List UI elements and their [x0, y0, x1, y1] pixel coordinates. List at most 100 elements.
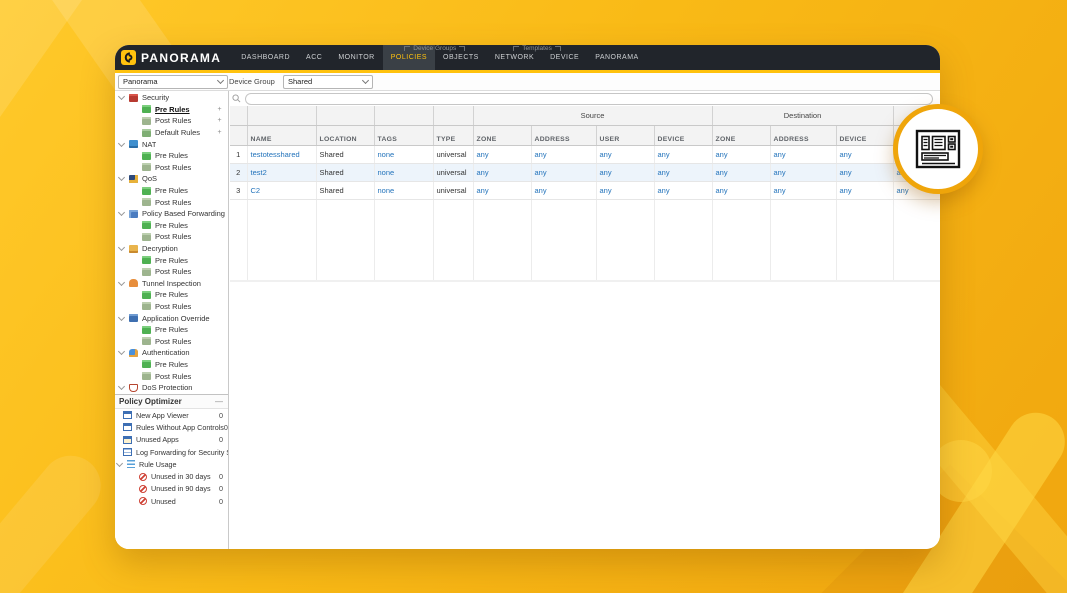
- pre-rules-icon: [142, 290, 151, 299]
- tree-item-tunnel-pre-rules[interactable]: Pre Rules: [115, 289, 228, 301]
- empty-grid-area: [230, 199, 940, 282]
- log-forwarding-icon: [123, 448, 132, 457]
- bracket-icon: [554, 46, 561, 51]
- policy-optimizer-header: Policy Optimizer —: [115, 395, 228, 409]
- table-row[interactable]: 1 testotesshared Shared none universal a…: [230, 145, 940, 164]
- dos-protection-icon: [129, 383, 138, 392]
- tree-item-decryption-post-rules[interactable]: Post Rules: [115, 266, 228, 278]
- tree-item-security-post-rules[interactable]: Post Rules +: [115, 115, 228, 127]
- tree-item-decryption[interactable]: Decryption: [115, 243, 228, 255]
- post-rules-icon: [142, 302, 151, 311]
- rule-name-link[interactable]: test2: [247, 163, 317, 182]
- tunnel-inspection-icon: [129, 279, 138, 288]
- column-header-location[interactable]: LOCATION: [316, 125, 375, 146]
- tree-item-decryption-pre-rules[interactable]: Pre Rules: [115, 254, 228, 266]
- tree-item-appovr-post-rules[interactable]: Post Rules: [115, 335, 228, 347]
- pre-rules-icon: [142, 186, 151, 195]
- tree-item-security-default-rules[interactable]: Default Rules +: [115, 127, 228, 139]
- unused-apps-icon: [123, 435, 132, 444]
- optimizer-item-unused[interactable]: Unused 0: [115, 495, 228, 507]
- pre-rules-icon: [142, 221, 151, 230]
- app-controls-icon: [123, 423, 132, 432]
- tree-item-appovr-pre-rules[interactable]: Pre Rules: [115, 324, 228, 336]
- tree-item-pbf-post-rules[interactable]: Post Rules: [115, 231, 228, 243]
- panorama-app-window: PANORAMA DASHBOARD ACC MONITOR Device Gr…: [115, 45, 940, 549]
- collapse-icon[interactable]: —: [215, 397, 223, 406]
- pre-rules-icon: [142, 360, 151, 369]
- qos-icon: [129, 174, 138, 183]
- tree-item-authentication[interactable]: Authentication: [115, 347, 228, 359]
- tree-item-policy-based-forwarding[interactable]: Policy Based Forwarding: [115, 208, 228, 220]
- tree-item-qos-post-rules[interactable]: Post Rules: [115, 196, 228, 208]
- tree-item-tunnel-inspection[interactable]: Tunnel Inspection: [115, 278, 228, 290]
- tab-acc[interactable]: ACC: [298, 45, 330, 70]
- tab-dashboard[interactable]: DASHBOARD: [233, 45, 298, 70]
- feature-badge: [893, 104, 983, 194]
- tree-item-pbf-pre-rules[interactable]: Pre Rules: [115, 220, 228, 232]
- column-header-tags[interactable]: TAGS: [374, 125, 434, 146]
- tab-monitor[interactable]: MONITOR: [330, 45, 382, 70]
- device-group-select[interactable]: Shared: [283, 74, 373, 89]
- tree-item-dos-protection[interactable]: DoS Protection: [115, 382, 228, 394]
- column-header-name[interactable]: NAME: [247, 125, 317, 146]
- table-row[interactable]: 2 test2 Shared none universal any any an…: [230, 163, 940, 182]
- count-badge: 0: [219, 435, 223, 445]
- column-header-dest-address[interactable]: ADDRESS: [770, 125, 837, 146]
- logo-text: PANORAMA: [141, 50, 222, 65]
- rule-usage-icon: [127, 460, 135, 469]
- tree-item-auth-post-rules[interactable]: Post Rules: [115, 370, 228, 382]
- context-select[interactable]: Panorama: [118, 74, 228, 89]
- palo-alto-logo-icon: [121, 50, 136, 65]
- tree-item-tunnel-post-rules[interactable]: Post Rules: [115, 301, 228, 313]
- add-icon[interactable]: +: [216, 117, 223, 124]
- rule-name-link[interactable]: testotesshared: [247, 145, 317, 164]
- templates-nav-group: Templates NETWORK DEVICE: [487, 45, 587, 70]
- table-row[interactable]: 3 C2 Shared none universal any any any a…: [230, 181, 940, 200]
- security-icon: [129, 93, 138, 102]
- group-header-row: Source Destination: [230, 106, 940, 126]
- column-header-source-device[interactable]: DEVICE: [654, 125, 713, 146]
- optimizer-item-new-app-viewer[interactable]: New App Viewer 0: [115, 409, 228, 421]
- tree-item-nat[interactable]: NAT: [115, 138, 228, 150]
- tree-item-security-pre-rules[interactable]: Pre Rules +: [115, 104, 228, 116]
- add-icon[interactable]: +: [216, 129, 223, 136]
- optimizer-item-rules-without-app-controls[interactable]: Rules Without App Controls 0: [115, 421, 228, 433]
- pre-rules-icon: [142, 151, 151, 160]
- tree-item-nat-post-rules[interactable]: Post Rules: [115, 162, 228, 174]
- column-header-source-address[interactable]: ADDRESS: [531, 125, 597, 146]
- tree-item-qos-pre-rules[interactable]: Pre Rules: [115, 185, 228, 197]
- rules-table: Source Destination NAME LOCATION TAGS TY…: [230, 106, 940, 282]
- add-icon[interactable]: +: [216, 106, 223, 113]
- tree-item-auth-pre-rules[interactable]: Pre Rules: [115, 359, 228, 371]
- chevron-down-icon: [117, 383, 126, 391]
- policy-sidebar: Security Pre Rules + Post Rules + Default …: [115, 91, 229, 549]
- top-navbar: PANORAMA DASHBOARD ACC MONITOR Device Gr…: [115, 45, 940, 70]
- tree-item-security[interactable]: Security: [115, 92, 228, 104]
- device-group-label: Device Group: [229, 77, 275, 86]
- optimizer-item-unused-apps[interactable]: Unused Apps 0: [115, 434, 228, 446]
- column-header-dest-device[interactable]: DEVICE: [836, 125, 894, 146]
- search-input[interactable]: [245, 92, 933, 105]
- tree-item-nat-pre-rules[interactable]: Pre Rules: [115, 150, 228, 162]
- optimizer-item-unused-90-days[interactable]: Unused in 90 days 0: [115, 483, 228, 495]
- column-header-source-zone[interactable]: ZONE: [473, 125, 532, 146]
- destination-group-header: Destination: [712, 106, 894, 126]
- application-override-icon: [129, 314, 138, 323]
- column-header-source-user[interactable]: USER: [596, 125, 655, 146]
- column-header-type[interactable]: TYPE: [433, 125, 474, 146]
- rule-name-link[interactable]: C2: [247, 181, 317, 200]
- unused-icon: [139, 497, 147, 506]
- tree-item-qos[interactable]: QoS: [115, 173, 228, 185]
- column-header-dest-zone[interactable]: ZONE: [712, 125, 771, 146]
- optimizer-item-unused-30-days[interactable]: Unused in 30 days 0: [115, 470, 228, 482]
- optimizer-item-log-forwarding[interactable]: Log Forwarding for Security Ser: [115, 446, 228, 458]
- post-rules-icon: [142, 116, 151, 125]
- column-header-row: NAME LOCATION TAGS TYPE ZONE ADDRESS USE…: [230, 125, 940, 146]
- tree-item-application-override[interactable]: Application Override: [115, 312, 228, 324]
- post-rules-icon: [142, 232, 151, 241]
- optimizer-item-rule-usage[interactable]: Rule Usage: [115, 458, 228, 470]
- bracket-icon: [513, 46, 520, 51]
- tab-panorama[interactable]: PANORAMA: [587, 45, 647, 70]
- content-area: Security Pre Rules + Post Rules + Default …: [115, 91, 940, 549]
- row-number-column-header: [230, 125, 248, 146]
